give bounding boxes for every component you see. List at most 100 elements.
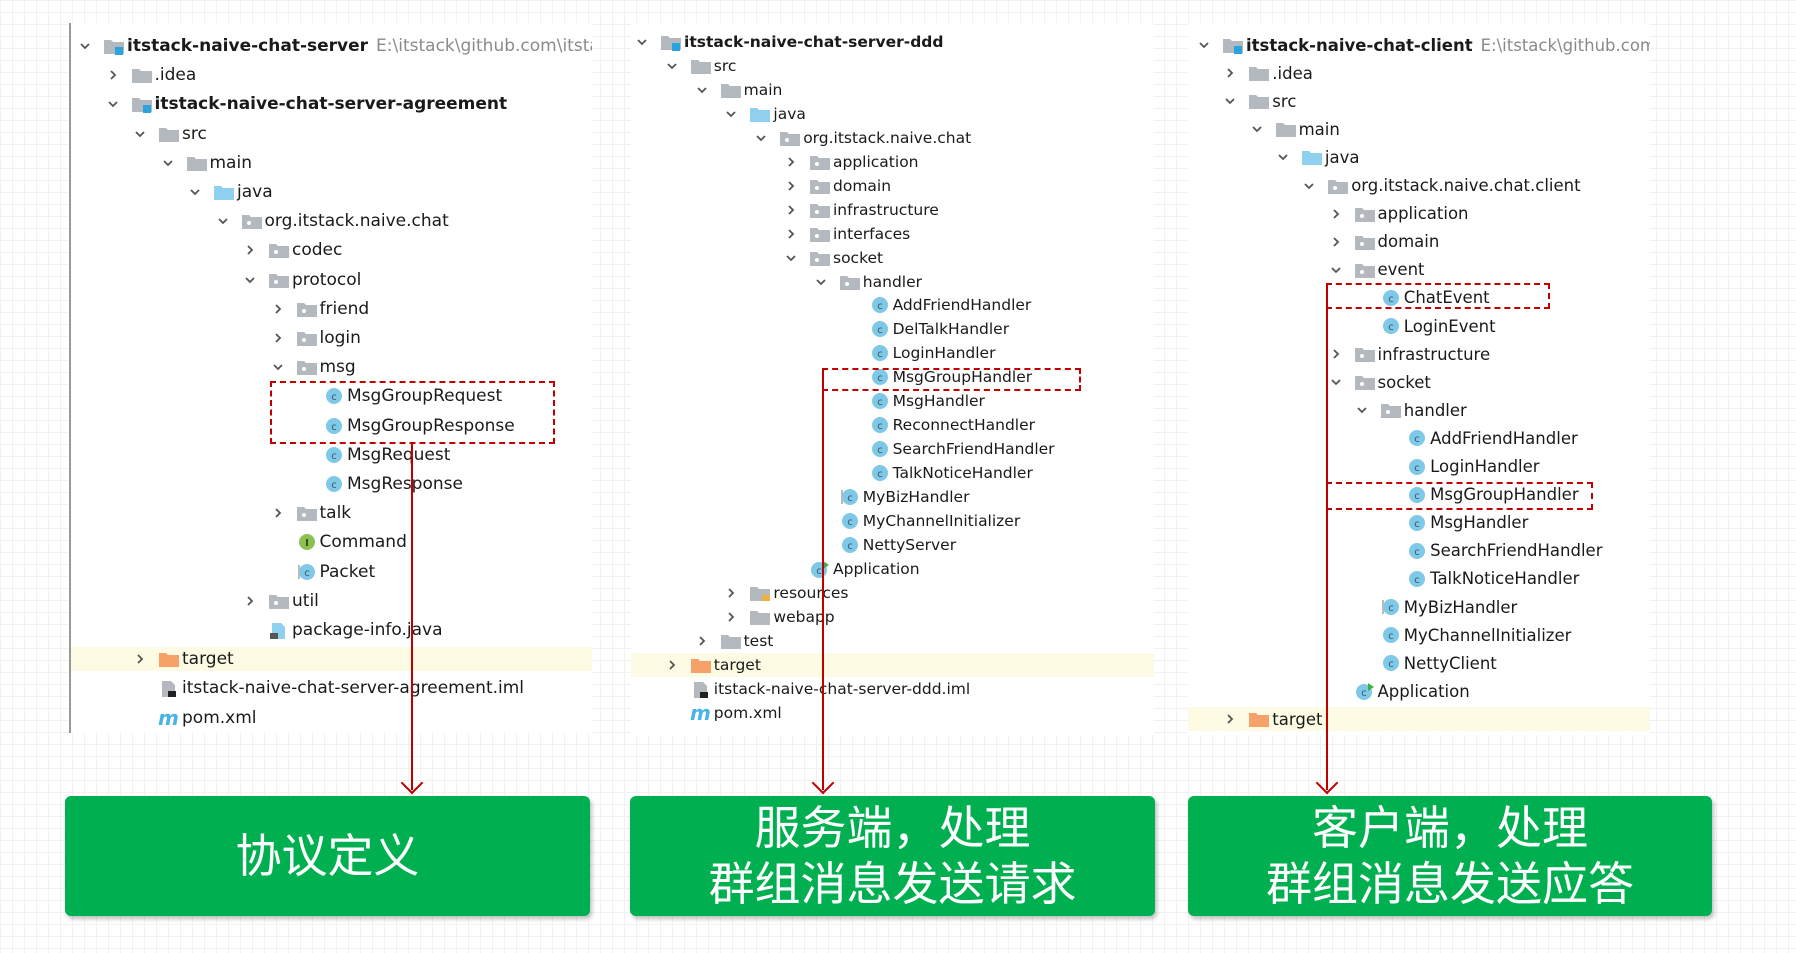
chevron-right-icon[interactable] <box>783 202 799 218</box>
chevron-down-icon[interactable] <box>1275 149 1291 165</box>
tree-item-main[interactable]: main <box>631 78 1154 102</box>
tree-item-deltalkhandler[interactable]: c DelTalkHandler <box>631 317 1154 341</box>
tree-item-org-itstack-naive-chat[interactable]: org.itstack.naive.chat <box>631 126 1154 150</box>
tree-item-msgrequest[interactable]: c MsgRequest <box>71 443 592 467</box>
chevron-right-icon[interactable] <box>783 178 799 194</box>
tree-item-application[interactable]: c Application <box>1188 679 1650 703</box>
tree-item-target[interactable]: target <box>71 647 592 672</box>
tree-item-talknoticehandler[interactable]: c TalkNoticeHandler <box>1188 567 1650 591</box>
tree-item--idea[interactable]: .idea <box>1188 61 1650 85</box>
tree-item-application[interactable]: application <box>631 150 1154 174</box>
tree-item-nettyclient[interactable]: c NettyClient <box>1188 651 1650 675</box>
tree-item-event[interactable]: event <box>1188 258 1650 282</box>
chevron-right-icon[interactable] <box>664 657 680 673</box>
chevron-down-icon[interactable] <box>723 106 739 122</box>
chevron-down-icon[interactable] <box>132 126 148 142</box>
tree-item-pom-xml[interactable]: m pom.xml <box>71 706 592 730</box>
tree-item-util[interactable]: util <box>71 589 592 613</box>
tree-item-infrastructure[interactable]: infrastructure <box>1188 342 1650 366</box>
chevron-right-icon[interactable] <box>723 585 739 601</box>
chevron-down-icon[interactable] <box>1249 121 1265 137</box>
chevron-right-icon[interactable] <box>1328 234 1344 250</box>
tree-item--idea[interactable]: .idea <box>71 63 592 87</box>
tree-item-package-info-java[interactable]: package-info.java <box>71 618 592 642</box>
tree-item-msg[interactable]: msg <box>71 355 592 379</box>
chevron-right-icon[interactable] <box>723 609 739 625</box>
tree-item-searchfriendhandler[interactable]: c SearchFriendHandler <box>631 437 1154 461</box>
tree-item-domain[interactable]: domain <box>631 174 1154 198</box>
chevron-right-icon[interactable] <box>694 633 710 649</box>
tree-item-itstack-naive-chat-server-agreement[interactable]: itstack-naive-chat-server-agreement <box>71 92 592 116</box>
tree-item-main[interactable]: main <box>71 151 592 175</box>
tree-item-protocol[interactable]: protocol <box>71 268 592 292</box>
tree-item-resources[interactable]: resources <box>631 581 1154 605</box>
chevron-right-icon[interactable] <box>783 154 799 170</box>
tree-item-webapp[interactable]: webapp <box>631 605 1154 629</box>
chevron-down-icon[interactable] <box>1196 37 1212 53</box>
tree-item-loginevent[interactable]: c LoginEvent <box>1188 314 1650 338</box>
tree-item-reconnecthandler[interactable]: c ReconnectHandler <box>631 413 1154 437</box>
chevron-right-icon[interactable] <box>105 67 121 83</box>
chevron-right-icon[interactable] <box>1222 65 1238 81</box>
chevron-right-icon[interactable] <box>270 301 286 317</box>
chevron-down-icon[interactable] <box>1354 402 1370 418</box>
tree-item-msghandler[interactable]: c MsgHandler <box>1188 511 1650 535</box>
tree-item-org-itstack-naive-chat[interactable]: org.itstack.naive.chat <box>71 209 592 233</box>
chevron-down-icon[interactable] <box>694 82 710 98</box>
chevron-down-icon[interactable] <box>664 58 680 74</box>
tree-item-handler[interactable]: handler <box>631 270 1154 294</box>
tree-item-talk[interactable]: talk <box>71 501 592 525</box>
tree-item-src[interactable]: src <box>631 54 1154 78</box>
chevron-right-icon[interactable] <box>242 242 258 258</box>
chevron-down-icon[interactable] <box>813 274 829 290</box>
tree-item-socket[interactable]: socket <box>1188 370 1650 394</box>
chevron-down-icon[interactable] <box>1222 93 1238 109</box>
chevron-right-icon[interactable] <box>270 330 286 346</box>
tree-item-msgresponse[interactable]: c MsgResponse <box>71 472 592 496</box>
tree-item-mybizhandler[interactable]: c MyBizHandler <box>631 485 1154 509</box>
chevron-down-icon[interactable] <box>160 155 176 171</box>
chevron-right-icon[interactable] <box>1328 206 1344 222</box>
tree-item-loginhandler[interactable]: c LoginHandler <box>631 341 1154 365</box>
tree-item-codec[interactable]: codec <box>71 238 592 262</box>
tree-item-loginhandler[interactable]: c LoginHandler <box>1188 455 1650 479</box>
tree-item-talknoticehandler[interactable]: c TalkNoticeHandler <box>631 461 1154 485</box>
tree-item-java[interactable]: java <box>1188 145 1650 169</box>
chevron-right-icon[interactable] <box>270 505 286 521</box>
tree-item-addfriendhandler[interactable]: c AddFriendHandler <box>1188 426 1650 450</box>
tree-item-itstack-naive-chat-server[interactable]: itstack-naive-chat-server E:\itstack\gith… <box>71 34 592 58</box>
tree-item-src[interactable]: src <box>1188 89 1650 113</box>
chevron-down-icon[interactable] <box>783 250 799 266</box>
tree-item-addfriendhandler[interactable]: c AddFriendHandler <box>631 293 1154 317</box>
tree-item-org-itstack-naive-chat-client[interactable]: org.itstack.naive.chat.client <box>1188 174 1650 198</box>
chevron-down-icon[interactable] <box>105 96 121 112</box>
tree-item-application[interactable]: c Application <box>631 557 1154 581</box>
tree-item-main[interactable]: main <box>1188 117 1650 141</box>
tree-item-login[interactable]: login <box>71 326 592 350</box>
chevron-down-icon[interactable] <box>270 359 286 375</box>
tree-item-target[interactable]: target <box>631 652 1154 677</box>
tree-item-interfaces[interactable]: interfaces <box>631 222 1154 246</box>
tree-item-target[interactable]: target <box>1188 707 1650 732</box>
chevron-right-icon[interactable] <box>242 593 258 609</box>
chevron-right-icon[interactable] <box>1328 346 1344 362</box>
tree-item-itstack-naive-chat-client[interactable]: itstack-naive-chat-client E:\itstack\gith… <box>1188 33 1650 57</box>
tree-item-application[interactable]: application <box>1188 202 1650 226</box>
tree-item-domain[interactable]: domain <box>1188 230 1650 254</box>
tree-item-mychannelinitializer[interactable]: c MyChannelInitializer <box>1188 623 1650 647</box>
tree-item-command[interactable]: I Command <box>71 530 592 554</box>
tree-item-mychannelinitializer[interactable]: c MyChannelInitializer <box>631 509 1154 533</box>
tree-item-msghandler[interactable]: c MsgHandler <box>631 389 1154 413</box>
tree-item-itstack-naive-chat-server-ddd-iml[interactable]: itstack-naive-chat-server-ddd.iml <box>631 677 1154 701</box>
chevron-right-icon[interactable] <box>132 651 148 667</box>
chevron-down-icon[interactable] <box>215 213 231 229</box>
tree-item-searchfriendhandler[interactable]: c SearchFriendHandler <box>1188 539 1650 563</box>
chevron-right-icon[interactable] <box>783 226 799 242</box>
chevron-down-icon[interactable] <box>634 34 650 50</box>
tree-item-friend[interactable]: friend <box>71 297 592 321</box>
tree-item-handler[interactable]: handler <box>1188 398 1650 422</box>
chevron-down-icon[interactable] <box>1301 178 1317 194</box>
tree-item-src[interactable]: src <box>71 122 592 146</box>
tree-item-socket[interactable]: socket <box>631 246 1154 270</box>
tree-item-pom-xml[interactable]: m pom.xml <box>631 701 1154 725</box>
